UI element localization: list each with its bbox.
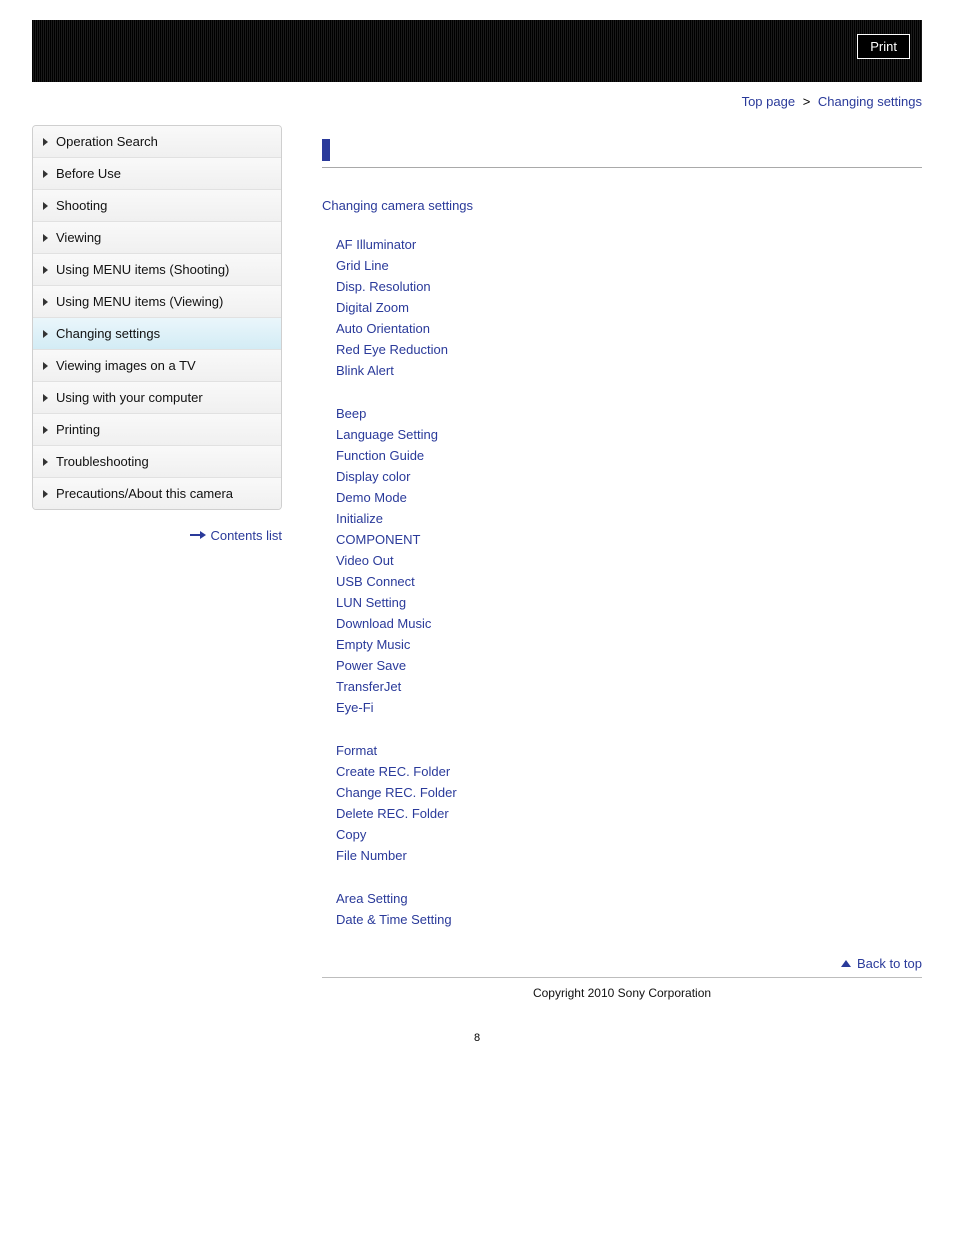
section-title-link[interactable]: Changing camera settings: [322, 198, 922, 213]
caret-right-icon: [43, 426, 48, 434]
caret-right-icon: [43, 394, 48, 402]
link-item[interactable]: AF Illuminator: [336, 237, 416, 252]
breadcrumb-top[interactable]: Top page: [742, 94, 796, 109]
link-item[interactable]: File Number: [336, 848, 407, 863]
link-item[interactable]: Beep: [336, 406, 366, 421]
caret-right-icon: [43, 458, 48, 466]
link-item[interactable]: Auto Orientation: [336, 321, 430, 336]
link-list: Area Setting Date & Time Setting: [336, 891, 922, 927]
contents-list-link[interactable]: Contents list: [190, 528, 282, 543]
caret-right-icon: [43, 490, 48, 498]
link-item[interactable]: Function Guide: [336, 448, 424, 463]
sidebar-item-label: Before Use: [56, 166, 121, 181]
link-item[interactable]: Power Save: [336, 658, 406, 673]
sidebar-item-5[interactable]: Using MENU items (Viewing): [33, 286, 281, 318]
sidebar-item-9[interactable]: Printing: [33, 414, 281, 446]
page-heading: [322, 139, 922, 168]
link-group-clock-settings: Area Setting Date & Time Setting: [336, 891, 922, 927]
caret-right-icon: [43, 362, 48, 370]
print-button[interactable]: Print: [857, 34, 910, 59]
link-item[interactable]: LUN Setting: [336, 595, 406, 610]
sidebar-item-label: Shooting: [56, 198, 107, 213]
link-group-shooting-settings: AF Illuminator Grid Line Disp. Resolution D…: [336, 237, 922, 378]
link-group-memory-card-tool: Format Create REC. Folder Change REC. Fold…: [336, 743, 922, 863]
back-to-top-link[interactable]: Back to top: [841, 956, 922, 971]
link-list: Beep Language Setting Function Guide Displa…: [336, 406, 922, 715]
heading-accent-bar: [322, 139, 330, 161]
triangle-up-icon: [841, 960, 851, 967]
link-item[interactable]: Video Out: [336, 553, 394, 568]
contents-list-label: Contents list: [210, 528, 282, 543]
sidebar-item-8[interactable]: Using with your computer: [33, 382, 281, 414]
sidebar-item-label: Troubleshooting: [56, 454, 149, 469]
top-banner: Print: [32, 20, 922, 82]
sidebar-item-10[interactable]: Troubleshooting: [33, 446, 281, 478]
caret-right-icon: [43, 330, 48, 338]
link-item[interactable]: Initialize: [336, 511, 383, 526]
sidebar-item-3[interactable]: Viewing: [33, 222, 281, 254]
link-item[interactable]: Blink Alert: [336, 363, 394, 378]
breadcrumb-sep: >: [803, 94, 811, 109]
link-item[interactable]: Demo Mode: [336, 490, 407, 505]
sidebar-item-1[interactable]: Before Use: [33, 158, 281, 190]
sidebar-item-0[interactable]: Operation Search: [33, 126, 281, 158]
sidebar-item-2[interactable]: Shooting: [33, 190, 281, 222]
link-item[interactable]: Red Eye Reduction: [336, 342, 448, 357]
sidebar-item-label: Using MENU items (Shooting): [56, 262, 229, 277]
sidebar-item-11[interactable]: Precautions/About this camera: [33, 478, 281, 509]
breadcrumb: Top page > Changing settings: [32, 94, 922, 109]
caret-right-icon: [43, 234, 48, 242]
arrow-right-icon: [190, 534, 204, 536]
back-to-top-label: Back to top: [857, 956, 922, 971]
sidebar-item-6[interactable]: Changing settings: [33, 318, 281, 350]
link-item[interactable]: Disp. Resolution: [336, 279, 431, 294]
copyright-text: Copyright 2010 Sony Corporation: [322, 986, 922, 1000]
side-nav: Operation Search Before Use Shooting Viewin…: [32, 125, 282, 510]
link-group-main-settings: Beep Language Setting Function Guide Displa…: [336, 406, 922, 715]
sidebar-item-4[interactable]: Using MENU items (Shooting): [33, 254, 281, 286]
sidebar-item-label: Viewing: [56, 230, 101, 245]
sidebar-item-label: Operation Search: [56, 134, 158, 149]
link-list: Format Create REC. Folder Change REC. Fold…: [336, 743, 922, 863]
page-number: 8: [32, 1032, 922, 1044]
sidebar-item-label: Changing settings: [56, 326, 160, 341]
link-item[interactable]: USB Connect: [336, 574, 415, 589]
sidebar-item-label: Printing: [56, 422, 100, 437]
caret-right-icon: [43, 170, 48, 178]
link-item[interactable]: Empty Music: [336, 637, 410, 652]
caret-right-icon: [43, 298, 48, 306]
sidebar-item-7[interactable]: Viewing images on a TV: [33, 350, 281, 382]
link-list: AF Illuminator Grid Line Disp. Resolution D…: [336, 237, 922, 378]
sidebar-item-label: Using MENU items (Viewing): [56, 294, 223, 309]
link-item[interactable]: Format: [336, 743, 377, 758]
link-item[interactable]: COMPONENT: [336, 532, 421, 547]
link-item[interactable]: Eye-Fi: [336, 700, 374, 715]
link-item[interactable]: Copy: [336, 827, 366, 842]
caret-right-icon: [43, 202, 48, 210]
link-item[interactable]: Delete REC. Folder: [336, 806, 449, 821]
link-item[interactable]: Create REC. Folder: [336, 764, 450, 779]
link-item[interactable]: Display color: [336, 469, 410, 484]
caret-right-icon: [43, 266, 48, 274]
sidebar-item-label: Using with your computer: [56, 390, 203, 405]
bottom-divider: [322, 977, 922, 978]
caret-right-icon: [43, 138, 48, 146]
link-item[interactable]: Change REC. Folder: [336, 785, 457, 800]
breadcrumb-current[interactable]: Changing settings: [818, 94, 922, 109]
link-item[interactable]: Area Setting: [336, 891, 408, 906]
link-item[interactable]: Download Music: [336, 616, 431, 631]
sidebar-item-label: Viewing images on a TV: [56, 358, 196, 373]
sidebar-item-label: Precautions/About this camera: [56, 486, 233, 501]
link-item[interactable]: Grid Line: [336, 258, 389, 273]
link-item[interactable]: Language Setting: [336, 427, 438, 442]
link-item[interactable]: TransferJet: [336, 679, 401, 694]
link-item[interactable]: Date & Time Setting: [336, 912, 452, 927]
link-item[interactable]: Digital Zoom: [336, 300, 409, 315]
